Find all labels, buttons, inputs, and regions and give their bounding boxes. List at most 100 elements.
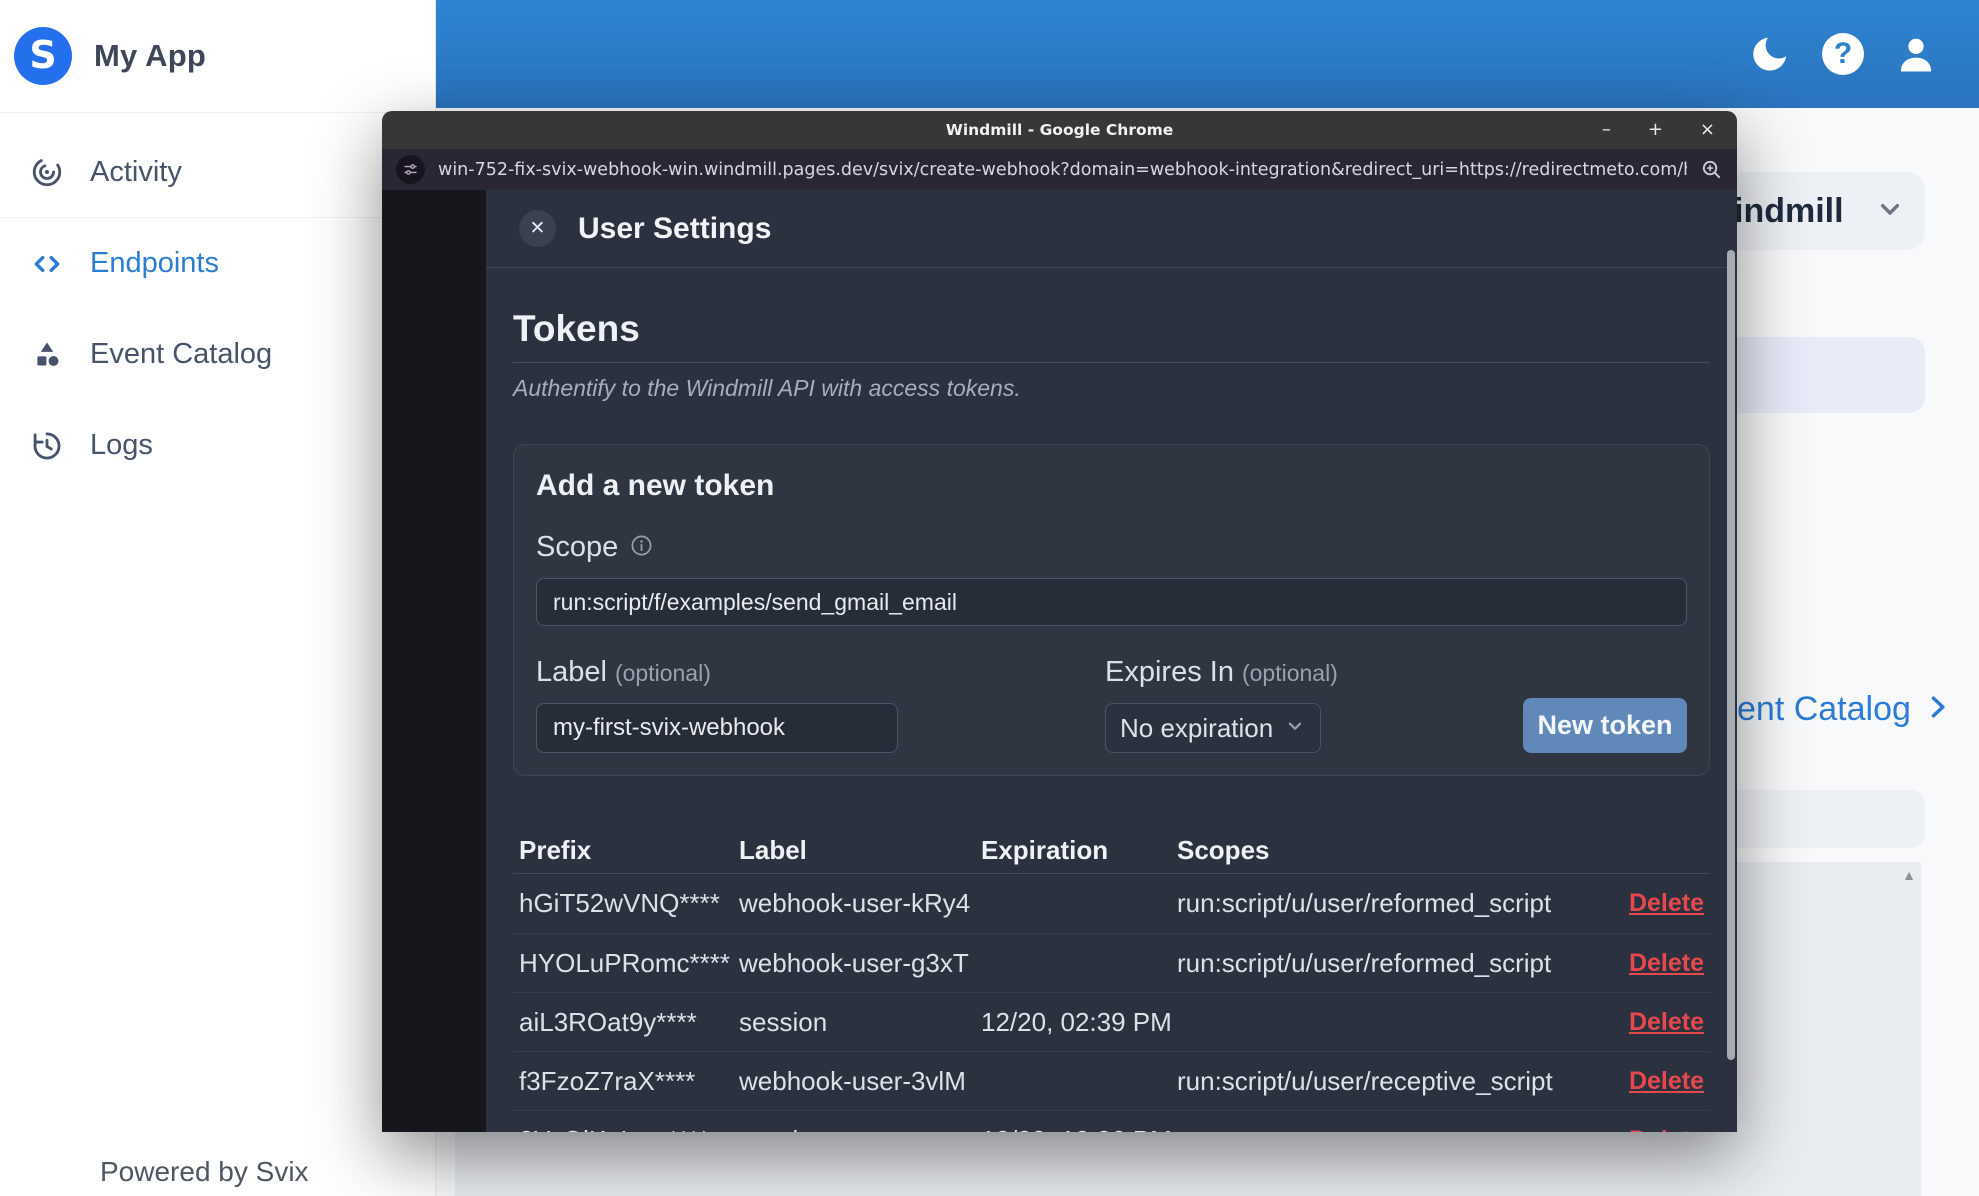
cell-prefix: f3FzoZ7raX**** <box>519 1065 696 1096</box>
cell-scopes: run:script/u/user/reformed_script <box>1177 947 1552 978</box>
chrome-window: Windmill - Google Chrome – + × win-752-f… <box>382 111 1737 1132</box>
expires-optional: (optional) <box>1241 660 1338 686</box>
address-input[interactable]: win-752-fix-svix-webhook-win.windmill.pa… <box>438 160 1687 180</box>
sidebar-item-label: Logs <box>90 429 153 461</box>
window-content: ✕ User Settings Tokens Authentify to the… <box>382 190 1737 1132</box>
scope-label: Scope <box>536 531 619 563</box>
window-controls: – + × <box>1602 111 1715 149</box>
col-scopes: Scopes <box>1177 835 1270 865</box>
cell-prefix: hGiT52wVNQ**** <box>519 888 720 918</box>
cell-label: webhook-user-g3xT <box>739 947 969 978</box>
expires-select[interactable]: No expiration <box>1105 703 1321 753</box>
svix-logo-icon: S <box>14 27 72 85</box>
sidebar-item-label: Endpoints <box>90 247 219 279</box>
brand: S My App <box>0 0 435 113</box>
logs-icon <box>30 429 64 463</box>
label-field-group: Label (optional) <box>536 656 898 753</box>
tokens-table: Prefix Label Expiration Scopes hGiT52wVN… <box>513 828 1710 1132</box>
sidebar-item-label: Event Catalog <box>90 338 273 370</box>
cell-label: webhook-user-kRy4 <box>739 888 971 918</box>
sidebar: S My App Activity Endpoints Event Catalo… <box>0 0 436 1196</box>
col-expiration: Expiration <box>981 835 1109 865</box>
url-bar: win-752-fix-svix-webhook-win.windmill.pa… <box>382 149 1737 190</box>
sidebar-item-label: Activity <box>90 155 182 188</box>
tokens-subtitle: Authentify to the Windmill API with acce… <box>513 375 1021 401</box>
delete-token-link[interactable]: Delete <box>1629 1008 1704 1037</box>
col-prefix: Prefix <box>519 835 592 865</box>
chevron-right-icon <box>1923 693 1951 726</box>
cell-expiration: 12/20, 12:26 PM <box>981 1125 1177 1133</box>
event-catalog-link[interactable]: ent Catalog <box>1737 690 1951 729</box>
expires-select-value: No expiration <box>1120 712 1274 743</box>
modal-title: User Settings <box>578 211 772 245</box>
new-token-button[interactable]: New token <box>1523 698 1687 753</box>
top-header: ? <box>436 0 1979 108</box>
modal-backdrop <box>382 190 486 1132</box>
user-settings-modal: ✕ User Settings Tokens Authentify to the… <box>486 190 1737 1132</box>
window-titlebar[interactable]: Windmill - Google Chrome – + × <box>382 111 1737 149</box>
user-icon[interactable] <box>1893 31 1939 77</box>
endpoints-icon <box>30 247 64 281</box>
app-title: My App <box>94 38 206 73</box>
add-token-card: Add a new token Scope run:script/f/examp… <box>513 444 1710 776</box>
cell-label: session <box>739 1006 828 1037</box>
sidebar-item-endpoints[interactable]: Endpoints <box>0 218 435 309</box>
cell-scopes: run:script/u/user/receptive_script <box>1177 1065 1553 1096</box>
expires-label: Expires In <box>1105 656 1234 688</box>
close-window-icon[interactable]: × <box>1700 121 1715 139</box>
label-label: Label <box>536 656 607 688</box>
cell-label: webhook-user-3vlM <box>739 1065 966 1096</box>
delete-token-link[interactable]: Delete <box>1629 889 1704 918</box>
maximize-icon[interactable]: + <box>1648 121 1663 139</box>
sidebar-item-logs[interactable]: Logs <box>0 400 435 491</box>
table-row: 3YeOiKpLwq**** session 12/20, 12:26 PM D… <box>513 1110 1710 1132</box>
powered-by-svix: Powered by Svix <box>100 1156 309 1187</box>
zoom-icon[interactable] <box>1700 158 1723 181</box>
window-title: Windmill - Google Chrome <box>945 121 1174 139</box>
sidebar-nav: Activity Endpoints Event Catalog Logs <box>0 113 435 491</box>
delete-token-link[interactable]: Delete <box>1629 949 1704 978</box>
scope-input[interactable] <box>536 578 1687 626</box>
delete-token-link[interactable]: Delete <box>1629 1126 1704 1133</box>
close-icon[interactable]: ✕ <box>519 210 556 247</box>
col-label: Label <box>739 835 807 865</box>
sidebar-item-activity[interactable]: Activity <box>0 127 435 218</box>
screen: S My App Activity Endpoints Event Catalo… <box>0 0 1979 1196</box>
label-optional: (optional) <box>614 660 711 686</box>
event-catalog-link-label: ent Catalog <box>1737 690 1911 728</box>
table-row: HYOLuPRomc**** webhook-user-g3xT run:scr… <box>513 933 1710 992</box>
page-scrollbar-thumb[interactable] <box>1727 250 1735 1060</box>
token-form-row: Label (optional) Expires In (optional) No … <box>536 656 1687 753</box>
cell-label: session <box>739 1125 981 1133</box>
site-settings-tune-icon[interactable] <box>396 155 425 184</box>
event-catalog-icon <box>30 338 64 372</box>
delete-token-link[interactable]: Delete <box>1629 1067 1704 1096</box>
cell-prefix: 3YeOiKpLwq**** <box>519 1125 739 1133</box>
label-input[interactable] <box>536 703 898 753</box>
scope-label-row: Scope <box>536 531 1687 564</box>
cell-prefix: HYOLuPRomc**** <box>519 947 730 978</box>
scroll-up-icon[interactable]: ▲ <box>1902 867 1916 883</box>
dark-mode-moon-icon[interactable] <box>1747 31 1793 77</box>
sidebar-item-event-catalog[interactable]: Event Catalog <box>0 309 435 400</box>
top-header-icons: ? <box>1747 0 1939 108</box>
expires-field-group: Expires In (optional) No expiration <box>1105 656 1338 753</box>
chevron-down-icon <box>1874 193 1906 230</box>
help-icon[interactable]: ? <box>1820 31 1866 77</box>
tokens-table-header: Prefix Label Expiration Scopes <box>513 828 1710 874</box>
modal-body: Tokens Authentify to the Windmill API wi… <box>486 308 1737 1132</box>
environment-dropdown-label: indmill <box>1734 191 1844 230</box>
info-icon <box>630 534 653 562</box>
activity-icon <box>30 155 64 189</box>
table-row: hGiT52wVNQ**** webhook-user-kRy4 run:scr… <box>513 874 1710 933</box>
tokens-heading: Tokens <box>513 308 1710 363</box>
cell-expiration: 12/20, 02:39 PM <box>981 1006 1172 1037</box>
modal-header: ✕ User Settings <box>486 190 1737 268</box>
table-row: f3FzoZ7raX**** webhook-user-3vlM run:scr… <box>513 1051 1710 1110</box>
add-token-heading: Add a new token <box>536 469 775 502</box>
chevron-down-icon <box>1284 715 1306 742</box>
table-row: aiL3ROat9y**** session 12/20, 02:39 PM D… <box>513 992 1710 1051</box>
svix-logo-letter: S <box>29 33 57 77</box>
cell-prefix: aiL3ROat9y**** <box>519 1006 697 1037</box>
minimize-icon[interactable]: – <box>1602 121 1611 139</box>
